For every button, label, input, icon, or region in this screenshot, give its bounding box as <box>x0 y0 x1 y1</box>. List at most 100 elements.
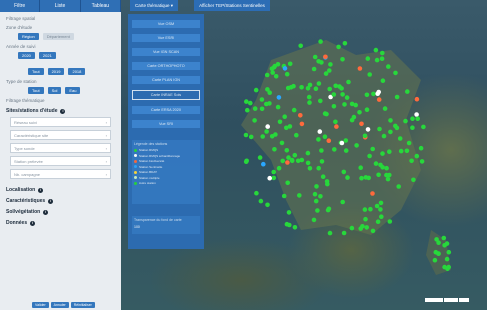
station-marker[interactable] <box>295 158 301 164</box>
info-icon[interactable]: i <box>43 209 49 215</box>
station-marker[interactable] <box>328 62 333 67</box>
station-marker[interactable] <box>375 91 380 96</box>
station-marker[interactable] <box>374 57 380 63</box>
station-marker[interactable] <box>314 184 319 189</box>
station-marker[interactable] <box>259 106 265 112</box>
station-marker[interactable] <box>432 257 438 263</box>
station-marker[interactable] <box>327 230 333 236</box>
station-marker[interactable] <box>343 138 349 143</box>
station-marker[interactable] <box>370 146 375 152</box>
station-marker[interactable] <box>380 151 385 156</box>
station-marker[interactable] <box>414 96 420 102</box>
station-marker[interactable] <box>421 124 426 130</box>
station-marker[interactable] <box>284 125 289 131</box>
station-marker[interactable] <box>253 87 259 93</box>
station-marker[interactable] <box>331 92 337 97</box>
station-marker[interactable] <box>376 172 381 178</box>
station-marker[interactable] <box>405 89 410 94</box>
layer-button-esri[interactable]: Vue ESRI <box>132 34 200 42</box>
station-marker[interactable] <box>381 133 387 139</box>
station-marker[interactable] <box>297 193 302 198</box>
station-marker[interactable] <box>387 149 392 154</box>
station-marker[interactable] <box>275 104 281 110</box>
station-marker[interactable] <box>307 100 312 105</box>
station-marker[interactable] <box>313 86 319 91</box>
station-marker[interactable] <box>277 119 283 125</box>
station-marker[interactable] <box>394 94 400 100</box>
station-marker[interactable] <box>318 98 323 104</box>
all-years-button[interactable]: Tout <box>28 68 44 75</box>
station-marker[interactable] <box>436 240 441 245</box>
thematic-map-dropdown[interactable]: Carte thématique ▾ <box>130 0 179 11</box>
station-marker[interactable] <box>315 208 320 213</box>
station-marker[interactable] <box>364 107 370 112</box>
station-marker[interactable] <box>357 110 362 115</box>
station-marker[interactable] <box>331 104 337 109</box>
station-marker[interactable] <box>267 175 272 181</box>
station-marker[interactable] <box>272 147 277 152</box>
station-marker[interactable] <box>316 137 321 142</box>
station-marker[interactable] <box>410 125 415 130</box>
station-marker[interactable] <box>341 169 347 175</box>
station-marker[interactable] <box>365 56 371 61</box>
station-marker[interactable] <box>388 129 393 135</box>
station-marker[interactable] <box>444 241 450 246</box>
station-marker[interactable] <box>358 165 363 170</box>
station-marker[interactable] <box>307 166 313 171</box>
station-marker[interactable] <box>398 148 404 154</box>
station-marker[interactable] <box>397 136 403 141</box>
station-marker[interactable] <box>414 153 420 159</box>
station-marker[interactable] <box>320 174 326 179</box>
station-marker[interactable] <box>292 152 298 158</box>
station-marker[interactable] <box>441 235 447 241</box>
select-caracteristique[interactable]: Caractéristique site › <box>10 130 111 140</box>
station-marker[interactable] <box>326 206 332 212</box>
station-marker[interactable] <box>270 70 275 75</box>
station-marker[interactable] <box>380 78 386 83</box>
station-marker[interactable] <box>245 107 250 113</box>
station-marker[interactable] <box>271 175 277 181</box>
station-marker[interactable] <box>316 81 322 86</box>
station-marker[interactable] <box>373 161 379 166</box>
station-marker[interactable] <box>419 159 425 164</box>
station-marker[interactable] <box>376 97 382 102</box>
station-marker[interactable] <box>339 86 344 91</box>
station-marker[interactable] <box>276 165 282 171</box>
layer-button-ign-scan[interactable]: Vue IGN SCAN <box>132 48 200 56</box>
station-marker[interactable] <box>324 111 329 117</box>
station-marker[interactable] <box>285 85 291 91</box>
station-marker[interactable] <box>273 132 278 137</box>
station-marker[interactable] <box>248 100 253 106</box>
station-marker[interactable] <box>375 219 381 224</box>
station-marker[interactable] <box>271 65 277 70</box>
region-button[interactable]: Région <box>18 33 39 40</box>
station-marker[interactable] <box>387 219 393 224</box>
station-marker[interactable] <box>378 207 383 212</box>
select-station[interactable]: Station prélevée › <box>10 156 111 166</box>
tab-filtre[interactable]: Filtre <box>0 0 41 12</box>
station-marker[interactable] <box>362 207 368 212</box>
station-marker[interactable] <box>415 116 421 121</box>
station-marker[interactable] <box>340 57 345 62</box>
station-marker[interactable] <box>323 54 328 60</box>
station-marker[interactable] <box>311 66 317 72</box>
station-marker[interactable] <box>378 162 383 168</box>
station-marker[interactable] <box>373 47 379 53</box>
layer-button-sri[interactable]: Vue SRI <box>132 120 200 128</box>
station-marker[interactable] <box>393 123 398 129</box>
station-marker[interactable] <box>380 50 385 56</box>
year-2020-button[interactable]: 2020 <box>18 52 35 59</box>
type-sol-button[interactable]: Sol <box>47 87 62 94</box>
station-marker[interactable] <box>406 140 412 146</box>
station-marker[interactable] <box>265 202 270 208</box>
cancel-button[interactable]: Annuler <box>50 302 69 308</box>
station-marker[interactable] <box>404 148 410 154</box>
station-marker[interactable] <box>311 217 317 223</box>
sol-header[interactable]: Sol/végétation i <box>6 209 115 215</box>
station-marker[interactable] <box>386 64 391 69</box>
layer-button-sols[interactable]: Carte INRAE Sols <box>132 90 200 100</box>
station-marker[interactable] <box>248 134 254 140</box>
station-marker[interactable] <box>378 200 384 206</box>
station-marker[interactable] <box>294 132 299 138</box>
caracteristiques-header[interactable]: Caractéristiques i <box>6 198 115 204</box>
